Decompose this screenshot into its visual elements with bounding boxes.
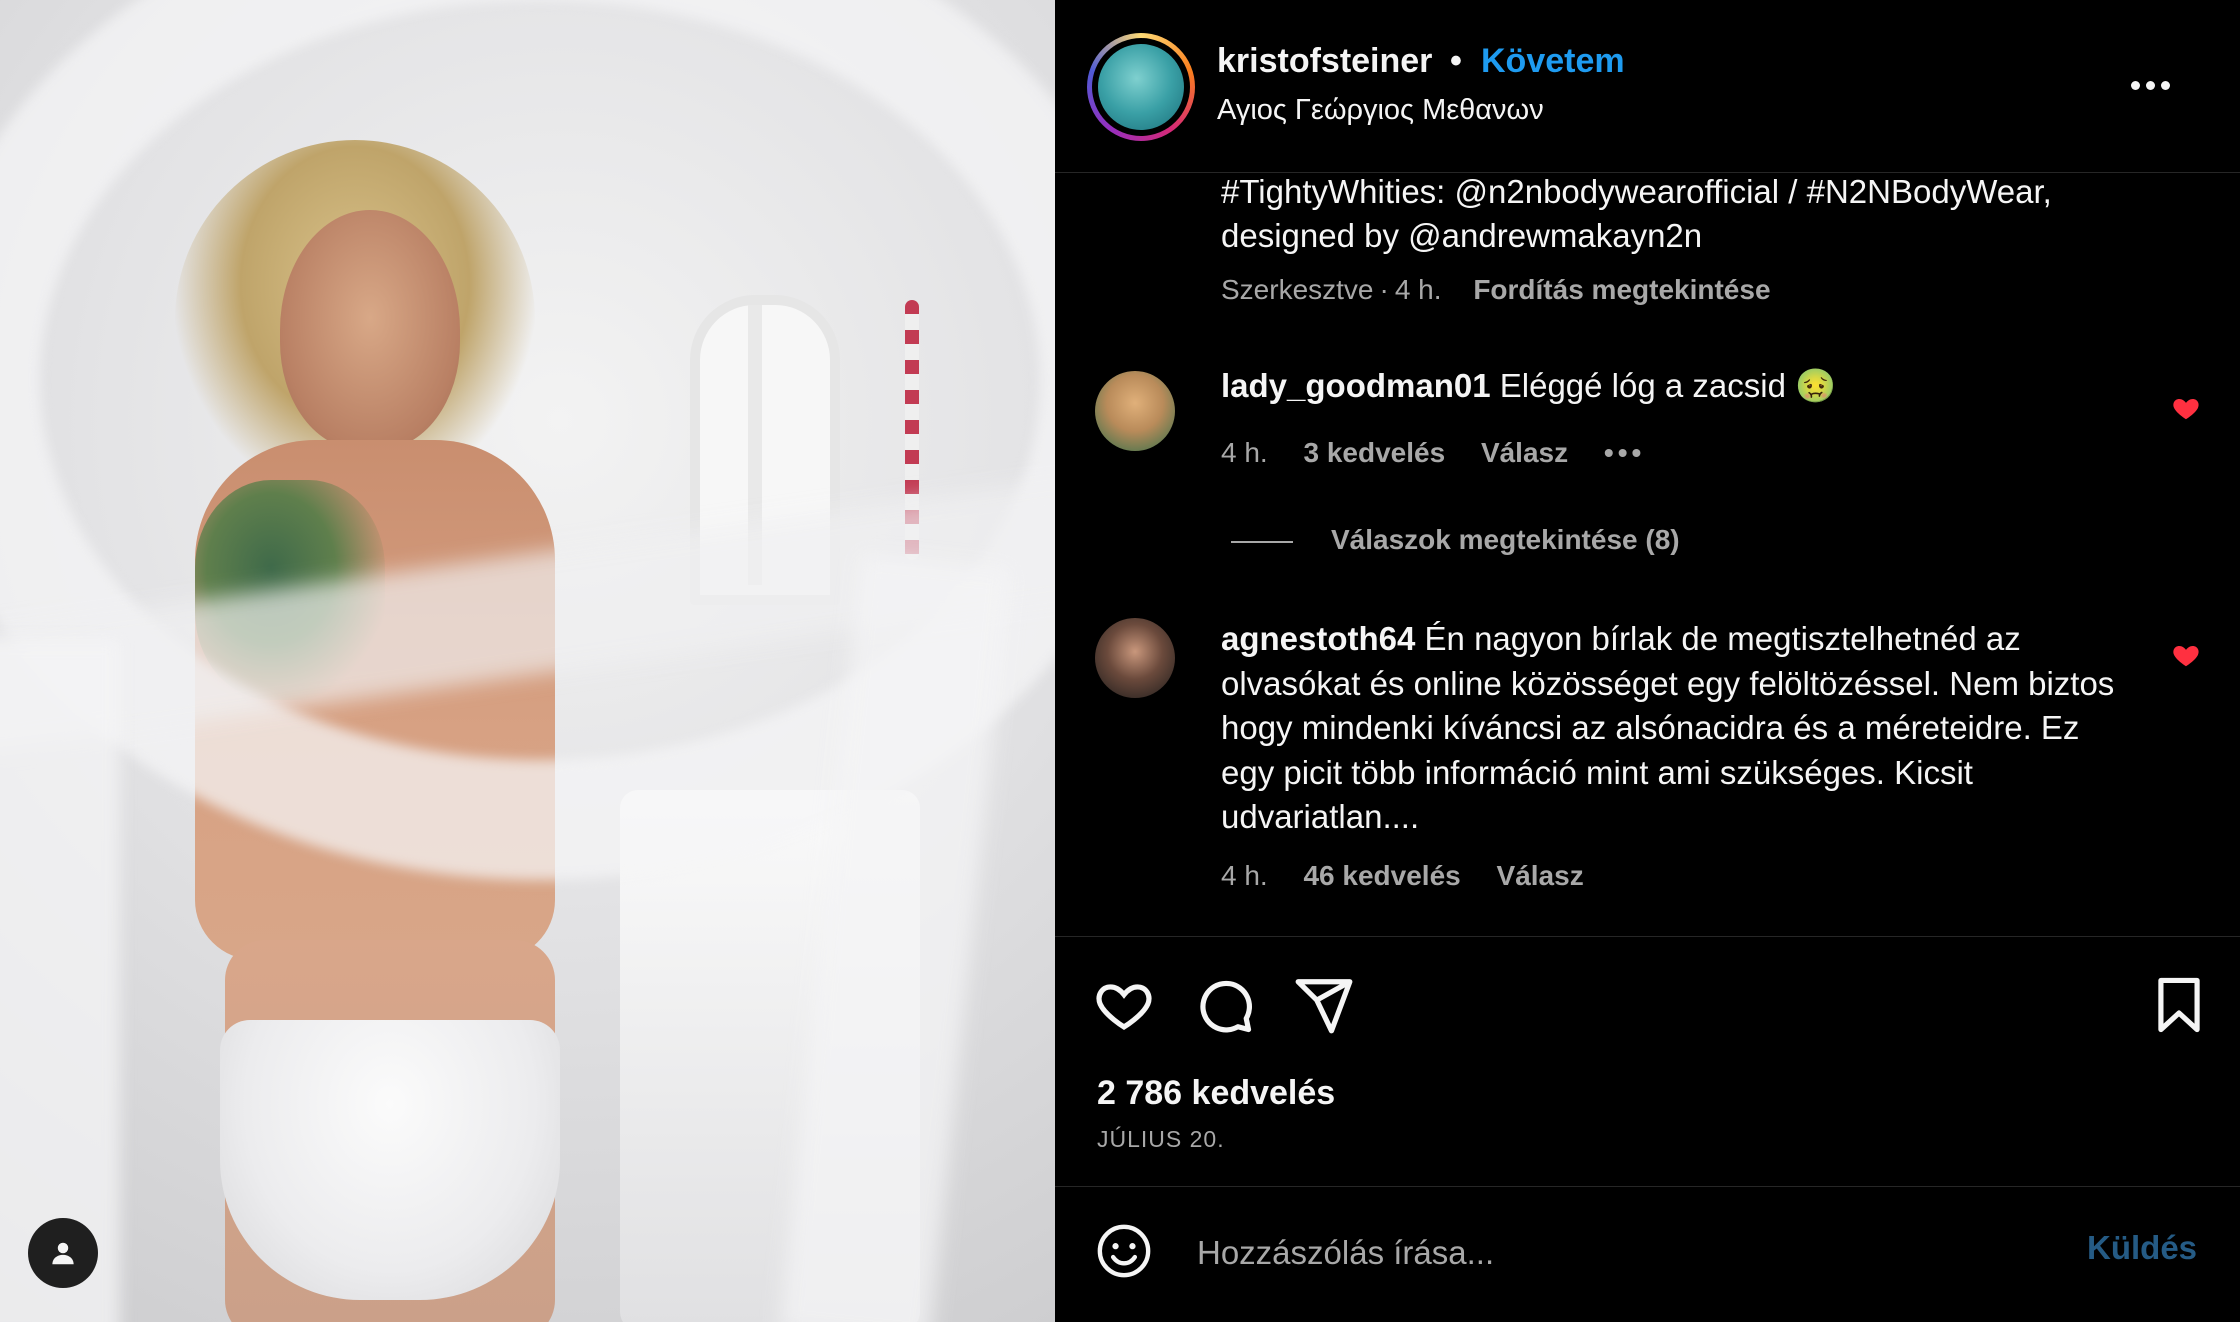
author-username[interactable]: kristofsteiner: [1217, 42, 1432, 81]
comment-icon[interactable]: [1193, 974, 1255, 1036]
edited-time: 4 h.: [1394, 274, 1442, 305]
caption-meta: Szerkesztve · 4 h. Fordítás megtekintése: [1221, 274, 1771, 306]
send-button[interactable]: Küldés: [2087, 1229, 2197, 1267]
comment-time: 4 h.: [1221, 860, 1268, 891]
comment-meta: 4 h. 3 kedvelés Válasz •••: [1221, 437, 1673, 469]
post-caption: #TightyWhities: @n2nbodywearofficial / #…: [1221, 170, 2161, 258]
comment-meta: 4 h. 46 kedvelés Válasz: [1221, 860, 1612, 892]
more-options-icon: [2145, 80, 2155, 90]
comment-username[interactable]: lady_goodman01: [1221, 367, 1491, 404]
comment-like-heart-icon[interactable]: [2171, 640, 2201, 670]
post-image[interactable]: [0, 0, 1055, 1322]
translate-button[interactable]: Fordítás megtekintése: [1473, 274, 1770, 305]
more-options-icon: [2130, 80, 2140, 90]
view-replies-label: Válaszok megtekintése (8): [1331, 524, 1680, 555]
comment-avatar[interactable]: [1095, 618, 1175, 698]
comment-text: agnestoth64 Én nagyon bírlak de megtiszt…: [1221, 617, 2121, 840]
meta-separator: ·: [1379, 274, 1389, 305]
author-avatar[interactable]: [1087, 33, 1195, 141]
comment-body: Eléggé lóg a zacsid 🤢: [1499, 367, 1837, 404]
caption-line: #TightyWhities: @n2nbodywearofficial / #…: [1221, 173, 2052, 210]
user-tag-icon: [52, 1242, 74, 1265]
comment-likes[interactable]: 3 kedvelés: [1303, 437, 1445, 468]
replies-line: [1231, 540, 1293, 543]
user-tag-button[interactable]: [28, 1218, 98, 1288]
composer-divider: [1055, 1186, 2240, 1187]
comment-username[interactable]: agnestoth64: [1221, 620, 1415, 657]
post-panel: kristofsteiner • Követem Αγιος Γεώργιος …: [1055, 0, 2240, 1322]
more-options-icon: [2160, 80, 2170, 90]
heart-icon[interactable]: [1093, 974, 1155, 1036]
actions-divider: [1055, 936, 2240, 937]
avatar-picture: [1098, 44, 1184, 130]
bookmark-icon[interactable]: [2148, 974, 2210, 1036]
header-separator-dot: •: [1450, 42, 1462, 80]
post-date: JÚLIUS 20.: [1097, 1126, 1225, 1152]
comment-like-heart-icon[interactable]: [2171, 393, 2201, 423]
reply-button[interactable]: Válasz: [1481, 437, 1568, 468]
comment-text: lady_goodman01 Eléggé lóg a zacsid 🤢: [1221, 364, 2121, 409]
edited-label: Szerkesztve: [1221, 274, 1374, 305]
comment-time: 4 h.: [1221, 437, 1268, 468]
comment-likes[interactable]: 46 kedvelés: [1303, 860, 1460, 891]
post-header: kristofsteiner • Követem Αγιος Γεώργιος …: [1055, 0, 2240, 173]
reply-button[interactable]: Válasz: [1497, 860, 1584, 891]
follow-button[interactable]: Követem: [1481, 42, 1625, 81]
comment-avatar[interactable]: [1095, 371, 1175, 451]
likes-count[interactable]: 2 786 kedvelés: [1097, 1074, 1335, 1113]
comment-more-icon[interactable]: •••: [1604, 437, 1645, 468]
view-replies-button[interactable]: Válaszok megtekintése (8): [1231, 524, 1680, 556]
post-location[interactable]: Αγιος Γεώργιος Μεθανων: [1217, 94, 1544, 127]
more-options-button[interactable]: [2125, 70, 2175, 100]
comment-input[interactable]: [1195, 1220, 1959, 1286]
share-icon[interactable]: [1293, 974, 1355, 1036]
image-person-briefs: [220, 1020, 560, 1300]
emoji-icon[interactable]: [1095, 1222, 1153, 1280]
caption-line: designed by @andrewmakayn2n: [1221, 217, 1703, 254]
